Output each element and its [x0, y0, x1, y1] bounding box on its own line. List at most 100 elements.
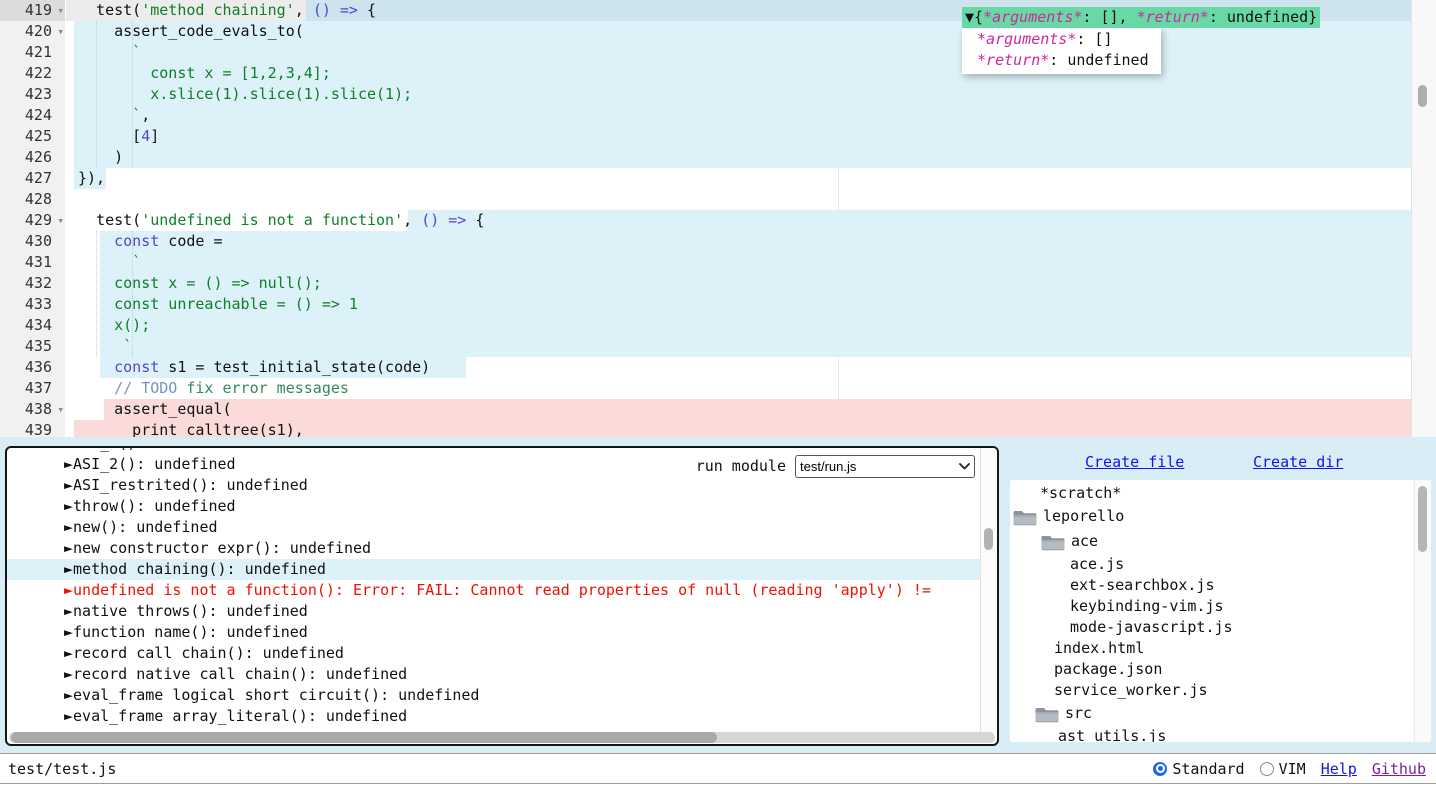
radio-standard[interactable]	[1153, 762, 1167, 776]
code-line[interactable]: )	[65, 147, 1412, 168]
gutter-line[interactable]: 429▾	[0, 210, 65, 231]
code-line[interactable]: }),	[65, 168, 1412, 189]
fold-arrow-icon[interactable]: ▾	[57, 399, 64, 420]
gutter-line: 430	[0, 231, 65, 252]
gutter-line: 437	[0, 378, 65, 399]
code-line[interactable]: x();	[65, 315, 1412, 336]
result-item[interactable]: ►record native call chain(): undefined	[7, 664, 981, 685]
code-token: test(	[78, 211, 141, 229]
code-token: `	[78, 253, 141, 271]
run-module-select[interactable]: test/run.js	[795, 455, 975, 478]
result-item[interactable]: ►eval_frame array_literal(): undefined	[7, 706, 981, 727]
gutter-line[interactable]: 420▾	[0, 21, 65, 42]
result-item[interactable]: ►new(): undefined	[7, 517, 981, 538]
results-horizontal-scrollbar[interactable]	[9, 732, 995, 743]
code-token: ,	[141, 106, 150, 124]
value-tooltip-header[interactable]: ▼{*arguments*: [], *return*: undefined}	[962, 7, 1320, 28]
tree-vertical-scrollbar[interactable]	[1414, 480, 1431, 742]
tree-item-file[interactable]: package.json	[1010, 659, 1431, 680]
code-token: : [],	[1082, 8, 1136, 26]
tree-item-folder[interactable]: leporello	[1010, 504, 1431, 529]
result-item[interactable]: ►ASI_restrited(): undefined	[7, 475, 981, 496]
create-file-link[interactable]: Create file	[1085, 452, 1184, 473]
code-editor[interactable]: 419▾420▾421422423424425426427428429▾4304…	[0, 0, 1436, 437]
value-tooltip-body: *arguments*: [] *return*: undefined	[962, 28, 1161, 74]
line-number: 430	[25, 232, 52, 250]
code-line[interactable]: const unreachable = () => 1	[65, 294, 1412, 315]
code-line[interactable]: `	[65, 252, 1412, 273]
result-item[interactable]: ►new constructor expr(): undefined	[7, 538, 981, 559]
code-line[interactable]: `,	[65, 105, 1412, 126]
results-vertical-scrollbar[interactable]	[980, 448, 997, 732]
radio-vim[interactable]	[1260, 762, 1274, 776]
code-line[interactable]: // TODO fix error messages	[65, 378, 1412, 399]
tree-item-folder[interactable]: ace	[1010, 529, 1431, 554]
tooltip-entry[interactable]: *arguments*: []	[968, 29, 1149, 50]
result-item[interactable]: ►function name(): undefined	[7, 622, 981, 643]
result-item[interactable]: ►eval_frame logical short circuit(): und…	[7, 685, 981, 706]
code-line[interactable]: print_calltree(s1),	[65, 420, 1412, 437]
tree-item-file[interactable]: mode-javascript.js	[1010, 617, 1431, 638]
code-line[interactable]: const x = () => null();	[65, 273, 1412, 294]
result-item[interactable]: ►throw(): undefined	[7, 496, 981, 517]
line-number: 434	[25, 316, 52, 334]
tree-item-file[interactable]: index.html	[1010, 638, 1431, 659]
gutter-line: 421	[0, 42, 65, 63]
line-number: 435	[25, 337, 52, 355]
status-bar: test/test.js Standard VIM Help Github	[0, 753, 1436, 784]
tree-item-label: index.html	[1054, 638, 1144, 659]
result-item[interactable]: ►method chaining(): undefined	[7, 559, 981, 580]
scrollbar-thumb[interactable]	[1418, 85, 1427, 107]
scrollbar-thumb[interactable]	[11, 732, 717, 743]
editor-scrollbar[interactable]	[1411, 0, 1436, 437]
code-token: ,	[403, 211, 421, 229]
scrollbar-thumb[interactable]	[1418, 486, 1427, 552]
tree-item-file[interactable]: *scratch*	[1010, 483, 1431, 504]
tree-item-file[interactable]: ast_utils.js	[1010, 726, 1431, 742]
code-token: *arguments*	[983, 8, 1082, 26]
code-line[interactable]: test('undefined is not a function', () =…	[65, 210, 1412, 231]
run-module-label: run module	[696, 455, 786, 478]
result-item[interactable]: ►native throws(): undefined	[7, 601, 981, 622]
gutter-line[interactable]: 419▾	[0, 0, 65, 21]
gutter-line: 436	[0, 357, 65, 378]
gutter-line: 427	[0, 168, 65, 189]
code-token	[968, 30, 977, 48]
tree-item-file[interactable]: ext-searchbox.js	[1010, 575, 1431, 596]
tree-item-label: src	[1065, 701, 1092, 726]
code-token	[78, 232, 114, 250]
keybinding-vim-option[interactable]: VIM	[1260, 760, 1306, 778]
line-number: 427	[25, 169, 52, 187]
code-line[interactable]: [4]	[65, 126, 1412, 147]
github-link[interactable]: Github	[1372, 760, 1426, 778]
code-token	[78, 358, 114, 376]
file-tree-box: *scratch*leporelloaceace.jsext-searchbox…	[1010, 480, 1431, 742]
tree-item-file[interactable]: ace.js	[1010, 554, 1431, 575]
help-link[interactable]: Help	[1321, 760, 1357, 778]
fold-arrow-icon[interactable]: ▾	[57, 21, 64, 42]
code-line[interactable]: const s1 = test_initial_state(code)	[65, 357, 1412, 378]
code-line[interactable]: x.slice(1).slice(1).slice(1);	[65, 84, 1412, 105]
code-line[interactable]	[65, 189, 1412, 210]
code-line[interactable]: assert_equal(	[65, 399, 1412, 420]
result-item[interactable]: ►undefined is not a function(): Error: F…	[7, 580, 981, 601]
fold-arrow-icon[interactable]: ▾	[57, 0, 64, 21]
tooltip-entry[interactable]: *return*: undefined	[968, 50, 1149, 71]
code-token: : undefined}	[1209, 8, 1317, 26]
code-line[interactable]: `	[65, 336, 1412, 357]
gutter-line[interactable]: 438▾	[0, 399, 65, 420]
gutter-line: 422	[0, 63, 65, 84]
result-item[interactable]: ►record call chain(): undefined	[7, 643, 981, 664]
scrollbar-thumb[interactable]	[984, 528, 993, 550]
code-token: const x = () => null();	[78, 274, 322, 292]
keybinding-standard-option[interactable]: Standard	[1153, 760, 1244, 778]
fold-arrow-icon[interactable]: ▾	[57, 210, 64, 231]
code-line[interactable]: const code =	[65, 231, 1412, 252]
tree-item-folder[interactable]: src	[1010, 701, 1431, 726]
create-dir-link[interactable]: Create dir	[1253, 452, 1343, 473]
result-item[interactable]: ►ASI_1(): undefined	[7, 446, 981, 454]
tree-item-file[interactable]: service_worker.js	[1010, 680, 1431, 701]
code-token: ▼{	[965, 8, 983, 26]
tree-item-file[interactable]: keybinding-vim.js	[1010, 596, 1431, 617]
code-token: const unreachable = () => 1	[78, 295, 358, 313]
